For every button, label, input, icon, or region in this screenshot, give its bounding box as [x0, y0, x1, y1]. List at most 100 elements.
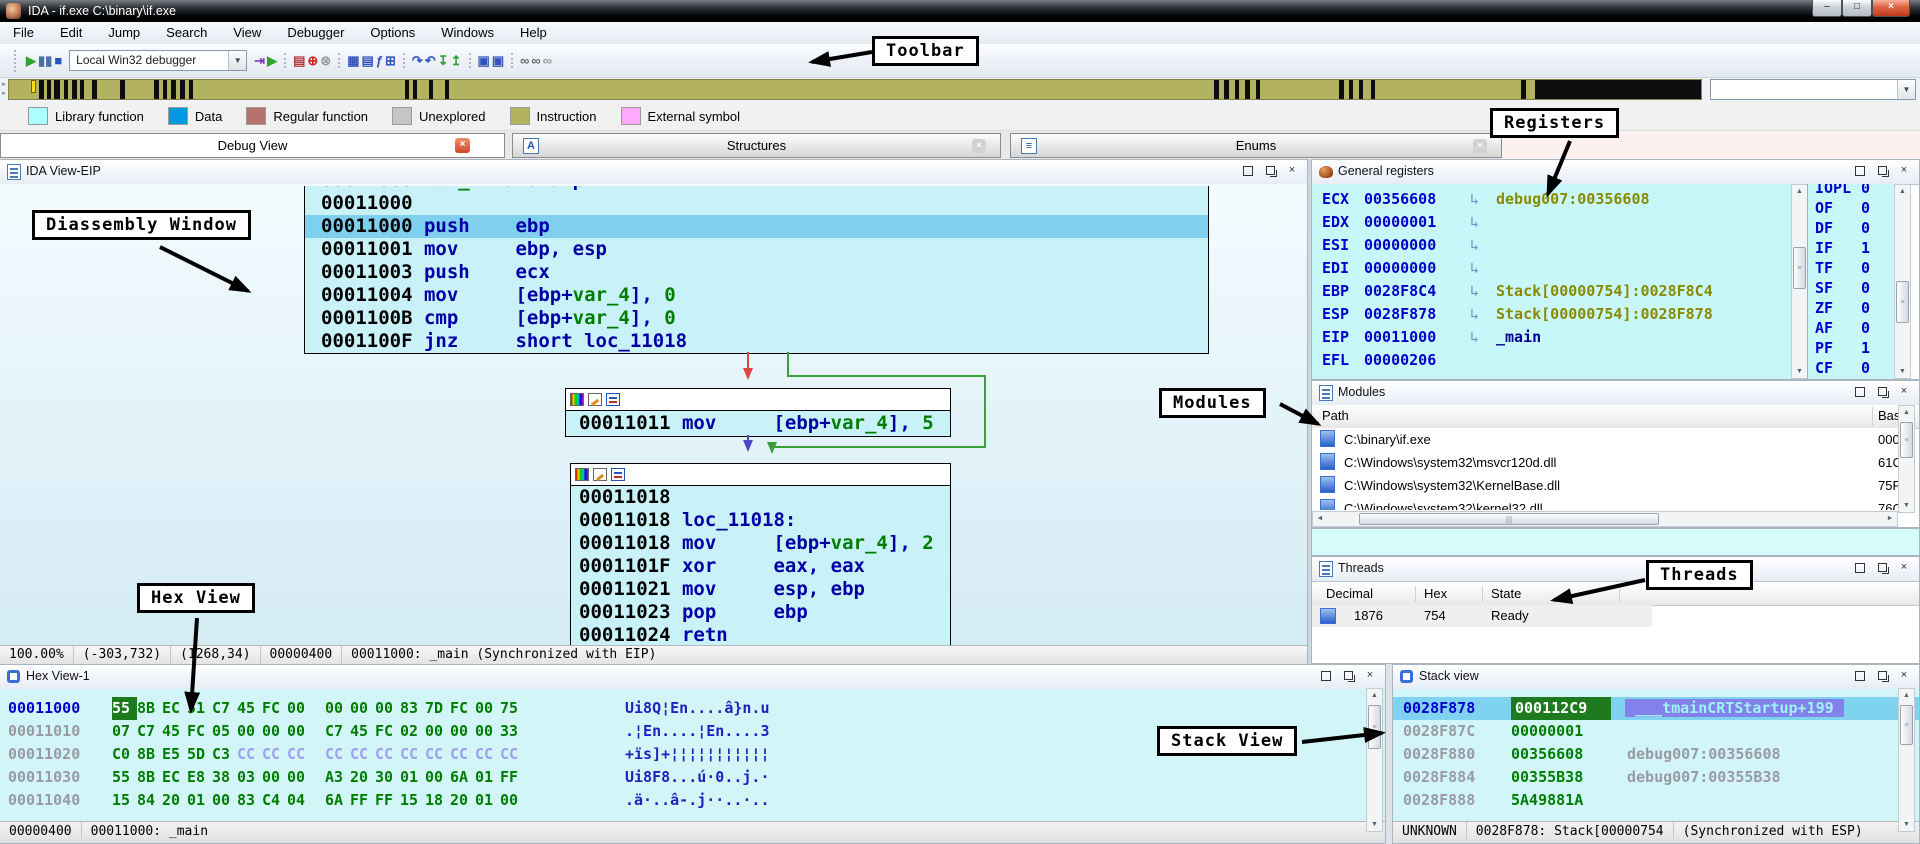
- registers-titlebar[interactable]: General registers ×: [1312, 160, 1919, 185]
- disasm-line[interactable]: 00011000 push ebp: [305, 215, 1208, 238]
- hex-row[interactable]: 00011040158420010083C4046AFFFF1518200100…: [0, 789, 1385, 812]
- panel-float-icon[interactable]: [1263, 164, 1277, 178]
- register-row[interactable]: EDX00000001↳: [1312, 211, 1791, 234]
- stack-row[interactable]: 0028F88400355B38debug007:00355B38: [1393, 766, 1919, 789]
- registers-scrollbar[interactable]: ▲ ≡ ▼: [1791, 184, 1808, 379]
- panel-close-icon[interactable]: ×: [1897, 385, 1911, 399]
- menu-file[interactable]: File: [0, 22, 47, 43]
- stack-row[interactable]: 0028F87C00000001: [1393, 720, 1919, 743]
- block-group-icon[interactable]: [611, 468, 625, 481]
- module-row[interactable]: C:\Windows\system32\KernelBase.dll75F: [1312, 474, 1898, 497]
- menu-help[interactable]: Help: [507, 22, 560, 43]
- modules-list[interactable]: C:\binary\if.exe000C:\Windows\system32\m…: [1312, 428, 1898, 513]
- trace-over-icon[interactable]: ∞: [531, 53, 540, 68]
- flag-row[interactable]: CF0: [1808, 358, 1895, 378]
- panel-float-icon[interactable]: [1875, 164, 1889, 178]
- disasm-line[interactable]: 0001100F jnz short loc_11018: [305, 330, 1208, 353]
- modules-hscrollbar[interactable]: ◄ ||| ►: [1312, 511, 1898, 527]
- flag-row[interactable]: IF1: [1808, 238, 1895, 258]
- stack-row[interactable]: 0028F88000356608debug007:00356608: [1393, 743, 1919, 766]
- panel-maximize-icon[interactable]: [1853, 561, 1867, 575]
- registers-list[interactable]: ECX00356608↳debug007:00356608EDX00000001…: [1312, 184, 1791, 379]
- threads-titlebar[interactable]: Threads ×: [1312, 557, 1919, 582]
- hex-view-titlebar[interactable]: Hex View-1 ×: [0, 665, 1385, 690]
- maximize-button[interactable]: □: [1842, 0, 1872, 17]
- column-header-decimal[interactable]: Decimal: [1326, 583, 1373, 604]
- close-button[interactable]: ×: [1872, 0, 1910, 17]
- modules-column-headers[interactable]: Path Bas: [1312, 405, 1919, 429]
- panel-float-icon[interactable]: [1875, 669, 1889, 683]
- attach-process-icon[interactable]: ⇥: [254, 53, 265, 68]
- panel-maximize-icon[interactable]: [1319, 669, 1333, 683]
- menu-search[interactable]: Search: [153, 22, 220, 43]
- stack-row[interactable]: 0028F878000112C9___tmainCRTStartup+199: [1393, 697, 1919, 720]
- flag-row[interactable]: PF1: [1808, 338, 1895, 358]
- panel-maximize-icon[interactable]: [1853, 385, 1867, 399]
- flag-row[interactable]: DF0: [1808, 218, 1895, 238]
- disasm-line[interactable]: 00011018 mov [ebp+var_4], 2: [571, 532, 950, 555]
- disasm-line[interactable]: 00011023 pop ebp: [571, 601, 950, 624]
- tab-debug-view[interactable]: Debug View ×: [0, 133, 505, 158]
- register-row[interactable]: EFL00000206: [1312, 349, 1791, 372]
- flag-row[interactable]: AF0: [1808, 318, 1895, 338]
- disasm-line[interactable]: 00011000: [305, 192, 1208, 215]
- panel-float-icon[interactable]: [1341, 669, 1355, 683]
- flags-scrollbar[interactable]: ▲ ≡ ▼: [1894, 184, 1911, 379]
- register-row[interactable]: ESP0028F878↳Stack[00000754]:0028F878: [1312, 303, 1791, 326]
- modules-vscrollbar[interactable]: ▲ ≡ ▼: [1898, 405, 1915, 513]
- start-process-icon[interactable]: ▶: [267, 53, 277, 68]
- menu-jump[interactable]: Jump: [95, 22, 153, 43]
- modules-titlebar[interactable]: Modules ×: [1312, 381, 1919, 406]
- disasm-line[interactable]: 00011004 mov [ebp+var_4], 0: [305, 284, 1208, 307]
- register-row[interactable]: EIP00011000↳_main: [1312, 326, 1791, 349]
- disasm-line[interactable]: 00011018 loc_11018:: [571, 509, 950, 532]
- pause-process-icon[interactable]: ▮▮: [38, 53, 52, 68]
- calculator-icon[interactable]: ƒ: [376, 53, 383, 68]
- tab-structures[interactable]: A Structures ×: [512, 133, 1001, 158]
- close-icon[interactable]: ×: [972, 139, 986, 153]
- trace-into-icon[interactable]: ∞: [543, 53, 552, 68]
- hex-row[interactable]: 00011000558BEC51C745FC00000000837DFC0075…: [0, 697, 1385, 720]
- navband-collapse-arrows[interactable]: ▸▸: [0, 80, 8, 100]
- disasm-line[interactable]: 00011024 retn: [571, 624, 950, 646]
- column-header-hex[interactable]: Hex: [1424, 583, 1447, 604]
- flag-row[interactable]: TF0: [1808, 258, 1895, 278]
- open-subviews-icon[interactable]: ▦: [347, 53, 359, 68]
- minimize-button[interactable]: –: [1812, 0, 1842, 17]
- stack-row[interactable]: 0028F8885A49881A: [1393, 789, 1919, 812]
- stack-view-scrollbar[interactable]: ▲ ≡ ▼: [1898, 688, 1915, 832]
- thread-row[interactable]: 1876 754 Ready: [1312, 605, 1652, 627]
- disasm-line[interactable]: 00011018: [571, 486, 950, 509]
- block-edit-icon[interactable]: [593, 468, 607, 481]
- flags-list[interactable]: IOPL0OF0DF0IF1TF0SF0ZF0AF0PF1CF0: [1807, 184, 1895, 379]
- basic-block-true-branch[interactable]: 00011011 mov [ebp+var_4], 5: [565, 388, 951, 437]
- chevron-down-icon[interactable]: ▼: [1897, 80, 1915, 99]
- block-color-icon[interactable]: [570, 393, 584, 406]
- disasm-line[interactable]: 00011011 mov [ebp+var_4], 5: [566, 411, 950, 436]
- disasm-line[interactable]: 0001101F xor eax, eax: [571, 555, 950, 578]
- basic-block-join[interactable]: 0001101800011018 loc_11018:00011018 mov …: [570, 463, 951, 646]
- column-header-path[interactable]: Path: [1322, 405, 1349, 427]
- run-to-cursor-icon[interactable]: ↥: [451, 53, 462, 68]
- panel-close-icon[interactable]: ×: [1897, 561, 1911, 575]
- module-row[interactable]: C:\Windows\system32\kernel32.dll76C: [1312, 497, 1898, 510]
- hex-view-scrollbar[interactable]: ▲ ≡ ▼: [1366, 688, 1383, 832]
- panel-close-icon[interactable]: ×: [1285, 164, 1299, 178]
- delete-breakpoint-icon[interactable]: ⊗: [320, 53, 331, 68]
- block-edit-icon[interactable]: [588, 393, 602, 406]
- stop-process-icon[interactable]: ■: [54, 53, 62, 68]
- disasm-line[interactable]: 00011021 mov esp, ebp: [571, 578, 950, 601]
- add-breakpoint-icon[interactable]: ⊕: [307, 53, 318, 68]
- quick-view-icon[interactable]: ▤: [361, 53, 373, 68]
- stack-rows[interactable]: 0028F878000112C9___tmainCRTStartup+19900…: [1393, 689, 1919, 821]
- register-row[interactable]: ESI00000000↳: [1312, 234, 1791, 257]
- main-splitter[interactable]: [1308, 159, 1311, 664]
- panel-close-icon[interactable]: ×: [1897, 164, 1911, 178]
- flag-row[interactable]: ZF0: [1808, 298, 1895, 318]
- disasm-line[interactable]: 00011003 push ecx: [305, 261, 1208, 284]
- continue-process-icon[interactable]: ▶: [26, 53, 36, 68]
- disasm-line[interactable]: 0001100B cmp [ebp+var_4], 0: [305, 307, 1208, 330]
- windows-list-icon[interactable]: ⊞: [385, 53, 396, 68]
- ida-view-eip-titlebar[interactable]: IDA View-EIP ×: [0, 160, 1307, 185]
- block-group-icon[interactable]: [606, 393, 620, 406]
